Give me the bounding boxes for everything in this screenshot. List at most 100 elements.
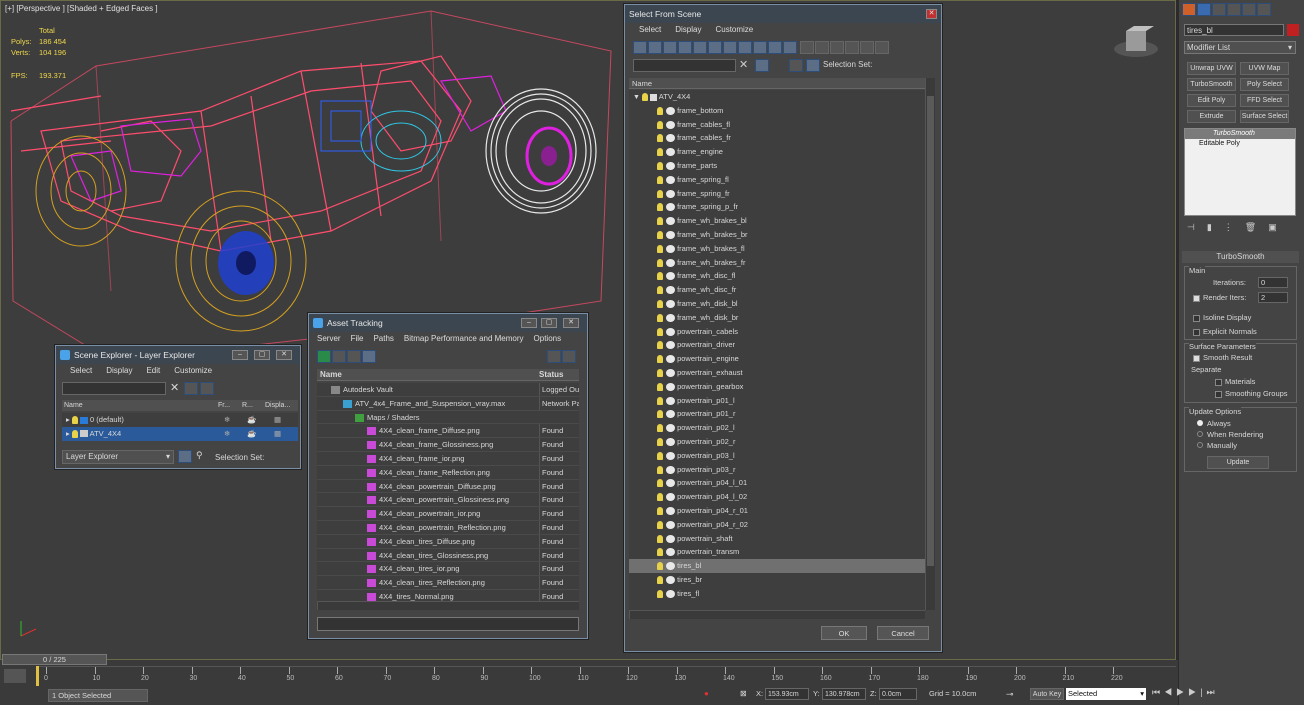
display-spacewarps-icon[interactable]	[708, 41, 722, 54]
scene-object-row[interactable]: frame_cables_fr	[629, 131, 925, 145]
modify-tab-icon[interactable]	[1197, 3, 1211, 16]
visibility-bulb-icon[interactable]	[657, 465, 663, 474]
visibility-bulb-icon[interactable]	[657, 106, 663, 115]
grid-view-icon[interactable]	[362, 350, 376, 363]
isoline-checkbox[interactable]	[1193, 314, 1200, 322]
scene-object-row[interactable]: powertrain_p04_l_01	[629, 476, 925, 490]
auto-key-button[interactable]: Auto Key	[1030, 688, 1064, 700]
go-to-end-icon[interactable]: ⏭	[1207, 687, 1219, 697]
asset-row[interactable]: 4X4_clean_frame_Diffuse.png Found	[317, 424, 579, 439]
visibility-bulb-icon[interactable]	[657, 313, 663, 322]
se-col-frozen[interactable]: Fr...	[218, 400, 230, 411]
smoothing-groups-row[interactable]: Smoothing Groups	[1215, 389, 1288, 398]
when-rendering-radio[interactable]	[1197, 431, 1203, 437]
settings-icon[interactable]	[562, 350, 576, 363]
x-coord-field[interactable]: 153.93cm	[765, 688, 809, 700]
sfs-search-input[interactable]	[633, 59, 736, 72]
ok-button[interactable]: OK	[821, 626, 867, 640]
scene-object-row[interactable]: powertrain_p04_r_01	[629, 504, 925, 518]
columns-icon[interactable]	[875, 41, 890, 54]
timeline-ruler[interactable]: 0 10 20 30 40 50 60 70 80 90 100 110 120 130 140 150 160…	[36, 666, 1176, 686]
display-containers-icon[interactable]	[768, 41, 782, 54]
display-box-icon[interactable]: ▦	[274, 427, 281, 441]
object-color-swatch[interactable]	[1287, 24, 1299, 36]
close-icon[interactable]: ✕	[926, 9, 937, 19]
visibility-bulb-icon[interactable]	[657, 589, 663, 598]
close-icon[interactable]: ✕	[276, 350, 292, 360]
display-none-icon[interactable]	[815, 41, 830, 54]
selection-set-icon[interactable]	[806, 59, 820, 72]
visibility-bulb-icon[interactable]	[657, 451, 663, 460]
render-teapot-icon[interactable]: ☕	[247, 413, 256, 427]
sfs-menu-select[interactable]: Select	[639, 23, 661, 37]
scene-object-row[interactable]: powertrain_shaft	[629, 532, 925, 546]
next-frame-icon[interactable]: ▶|	[1188, 687, 1206, 697]
display-shapes-icon[interactable]	[648, 41, 662, 54]
close-icon[interactable]: ✕	[563, 318, 579, 328]
visibility-bulb-icon[interactable]	[657, 562, 663, 571]
visibility-bulb-icon[interactable]	[657, 355, 663, 364]
scene-explorer-titlebar[interactable]: Scene Explorer - Layer Explorer – ▢ ✕	[56, 346, 300, 364]
filter-icon[interactable]	[845, 41, 860, 54]
visibility-bulb-icon[interactable]	[657, 120, 663, 129]
asset-col-name[interactable]: Name	[320, 370, 342, 379]
smooth-result-row[interactable]: Smooth Result	[1193, 353, 1252, 362]
asset-menu-item[interactable]: Options	[534, 332, 562, 346]
scene-object-row[interactable]: powertrain_transm	[629, 545, 925, 559]
visibility-bulb-icon[interactable]	[657, 437, 663, 446]
scene-object-row[interactable]: frame_wh_disk_bl	[629, 297, 925, 311]
layer-mode-icon[interactable]	[178, 450, 192, 463]
visibility-bulb-icon[interactable]	[657, 327, 663, 336]
asset-menu-item[interactable]: File	[351, 332, 364, 346]
display-groups-icon[interactable]	[723, 41, 737, 54]
layer-row-atv[interactable]: ▸ ATV_4X4 ❄ ☕ ▦	[62, 426, 298, 441]
uvw-map-button[interactable]: UVW Map	[1240, 62, 1289, 75]
always-radio-row[interactable]: Always	[1197, 419, 1231, 428]
scene-object-row[interactable]: frame_wh_brakes_bl	[629, 214, 925, 228]
extrude-button[interactable]: Extrude	[1187, 110, 1236, 123]
se-col-display[interactable]: Displa...	[265, 400, 290, 411]
always-radio[interactable]	[1197, 420, 1203, 426]
scene-object-row[interactable]: powertrain_driver	[629, 338, 925, 352]
sfs-vertical-scrollbar[interactable]	[925, 78, 935, 610]
render-teapot-icon[interactable]: ☕	[247, 427, 256, 441]
freeze-icon[interactable]: ❄	[224, 427, 230, 441]
refresh-icon[interactable]	[317, 350, 331, 363]
asset-row[interactable]: ATV_4x4_Frame_and_Suspension_vray.max Net…	[317, 396, 579, 411]
layer-options-icon[interactable]	[200, 382, 214, 395]
asset-row[interactable]: 4X4_clean_powertrain_Glossiness.png Found	[317, 493, 579, 508]
minimize-icon[interactable]: –	[521, 318, 537, 328]
absolute-mode-icon[interactable]: ⊠	[740, 689, 747, 698]
visibility-bulb-icon[interactable]	[657, 520, 663, 529]
show-end-result-icon[interactable]: ▮	[1207, 222, 1224, 232]
key-filter-dropdown[interactable]: Selected ▾	[1066, 688, 1146, 700]
add-layer-icon[interactable]	[184, 382, 198, 395]
se-col-name[interactable]: Name	[64, 400, 83, 411]
scene-object-row[interactable]: frame_wh_disc_fl	[629, 269, 925, 283]
scene-object-row[interactable]: frame_bottom	[629, 104, 925, 118]
sfs-column-name[interactable]: Name	[629, 78, 929, 89]
smooth-result-checkbox[interactable]	[1193, 354, 1200, 362]
visibility-bulb-icon[interactable]	[657, 230, 663, 239]
mini-curve-editor-icon[interactable]	[4, 669, 26, 683]
maximize-icon[interactable]: ▢	[541, 318, 557, 328]
asset-row[interactable]: 4X4_clean_powertrain_Reflection.png Found	[317, 520, 579, 535]
scene-object-row[interactable]: frame_spring_fr	[629, 187, 925, 201]
render-iters-spinner[interactable]: 2	[1258, 292, 1288, 303]
turbosmooth-rollout-title[interactable]: TurboSmooth	[1182, 251, 1299, 263]
asset-row[interactable]: 4X4_tires_Normal.png Found	[317, 589, 579, 601]
visibility-bulb-icon[interactable]	[657, 134, 663, 143]
display-helpers-icon[interactable]	[693, 41, 707, 54]
configure-sets-icon[interactable]: ▣	[1268, 222, 1289, 232]
scene-object-row[interactable]: frame_wh_brakes_fr	[629, 256, 925, 270]
visibility-bulb-icon[interactable]	[657, 534, 663, 543]
time-slider[interactable]: 0 / 225	[2, 654, 107, 665]
remove-modifier-icon[interactable]: 🗑	[1245, 222, 1268, 232]
scene-object-row[interactable]: frame_wh_disk_br	[629, 311, 925, 325]
display-lights-icon[interactable]	[663, 41, 677, 54]
pin-stack-icon[interactable]: ⊣	[1187, 222, 1207, 232]
render-iters-checkbox[interactable]	[1193, 294, 1200, 302]
visibility-bulb-icon[interactable]	[657, 162, 663, 170]
asset-row[interactable]: Maps / Shaders	[317, 411, 579, 425]
visibility-bulb-icon[interactable]	[657, 203, 663, 212]
